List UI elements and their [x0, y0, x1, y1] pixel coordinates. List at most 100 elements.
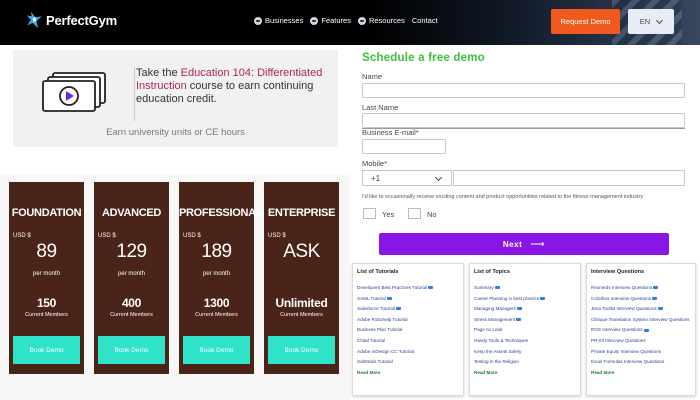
language-selector[interactable]: EN — [628, 9, 674, 34]
new-badge-icon — [396, 307, 402, 311]
email-field[interactable] — [362, 139, 446, 154]
chevron-down-icon — [434, 173, 443, 182]
video-course-icon — [42, 72, 106, 112]
plan-card-advanced: ADVANCED USD $ 129 per month 400 Current… — [94, 182, 169, 374]
list-item-label: Developers Best Practices Tutorial — [357, 285, 428, 290]
read-more-link[interactable]: Read More — [591, 369, 690, 380]
language-label: EN — [639, 17, 651, 26]
plan-members: Unlimited — [275, 296, 328, 310]
nav-item-features[interactable]: Features — [310, 16, 351, 25]
nav-label: Resources — [368, 16, 405, 25]
plan-card-foundation: FOUNDATION USD $ 89 per month 150 Curren… — [9, 182, 84, 374]
list-item[interactable]: Clinique Translation System Interview Qu… — [591, 316, 690, 327]
list-item-label: Clinique Translation System Interview Qu… — [591, 316, 690, 322]
plan-name: FOUNDATION — [11, 207, 82, 219]
nav-item-contact[interactable]: Contact — [412, 16, 438, 25]
list-item-label: Jena Toolkit Interview Questions — [591, 306, 657, 312]
list-item-label: Adobe InDesign CC Tutorial — [357, 348, 414, 354]
plan-price: 89 — [36, 241, 57, 262]
list-item[interactable]: SAML Tutorial — [357, 295, 433, 306]
new-badge-icon — [386, 296, 392, 300]
plan-price: ASK — [283, 241, 320, 262]
list-item-label: Career Planning in best practice — [474, 295, 540, 301]
plan-price: 129 — [116, 241, 147, 262]
list-item[interactable]: Testing in the Religion — [474, 358, 545, 369]
consent-no-label: No — [427, 210, 437, 219]
nav-item-resources[interactable]: Resources — [357, 16, 405, 25]
list-item[interactable]: Salesforce Tutorial — [357, 305, 433, 316]
nav-bullet-icon — [254, 16, 262, 25]
plan-currency: USD $ — [268, 233, 286, 239]
name-field[interactable] — [362, 83, 685, 98]
topics-list: Summary Career Planning in best practice… — [474, 284, 546, 380]
list-item-label: Excel Formulas Interview Questions — [591, 359, 665, 365]
country-code-select[interactable]: +1 — [362, 170, 452, 186]
list-item[interactable]: Page no Look — [474, 326, 545, 337]
list-item[interactable]: Developers Best Practices Tutorial — [357, 284, 434, 295]
list-item[interactable]: PR-03 Interview Questions — [591, 337, 690, 348]
list-item[interactable]: Jena Toolkit Interview Questions — [591, 305, 690, 316]
consent-no-checkbox[interactable] — [408, 208, 421, 219]
list-item[interactable]: Adobe InDesign CC Tutorial — [357, 348, 433, 359]
top-navigation-bar: PerfectGym Businesses Features Resources… — [0, 0, 700, 45]
list-item[interactable]: Keep the Assets Safely — [474, 348, 545, 359]
list-item-label: Rexnerds Interview Questions — [591, 285, 653, 290]
list-item-label: PR-03 Interview Questions — [591, 337, 646, 343]
chevron-down-icon — [656, 16, 664, 24]
read-more-link[interactable]: Read More — [474, 369, 545, 380]
new-badge-icon — [540, 296, 546, 300]
arrow-right-icon: ⟶ — [530, 238, 546, 250]
list-item-label: ROS Interview Questions — [591, 327, 643, 333]
mobile-number-field[interactable] — [453, 170, 685, 186]
list-title: List of Topics — [474, 269, 510, 275]
next-button-label: Next — [502, 239, 523, 249]
book-demo-button[interactable]: Book Demo — [13, 336, 80, 364]
book-demo-button[interactable]: Book Demo — [268, 336, 335, 364]
consent-yes-checkbox[interactable] — [363, 208, 376, 219]
next-button[interactable]: Next ⟶ — [379, 233, 669, 255]
brand-name: PerfectGym — [46, 12, 117, 28]
brand-logo[interactable]: PerfectGym — [27, 11, 117, 29]
list-item[interactable]: Rexnerds Interview Questions — [591, 284, 690, 295]
plan-members-label: Current Members — [25, 312, 68, 318]
list-item[interactable]: Career Planning in best practice — [474, 295, 546, 306]
list-item-label: Keep the Assets Safely — [474, 348, 522, 354]
last-name-field[interactable] — [362, 113, 685, 128]
request-demo-button[interactable]: Request Demo — [551, 9, 620, 34]
list-item[interactable]: SaltStack Tutorial — [357, 358, 433, 369]
plan-period: per month — [202, 271, 230, 277]
list-item[interactable]: Chital Tutorial — [357, 337, 433, 348]
list-item[interactable]: Private Equity Interview Questions — [591, 348, 690, 359]
new-badge-icon — [428, 286, 434, 290]
ad-headline: Take the Education 104: Differentiated I… — [136, 67, 331, 106]
plan-name: PROFESSIONAL — [179, 207, 263, 219]
education-course-ad[interactable]: Take the Education 104: Differentiated I… — [13, 50, 338, 147]
plan-name: ADVANCED — [101, 207, 162, 219]
plan-members: 150 — [36, 296, 57, 310]
list-item[interactable]: Adobe Robohelp Tutorial — [357, 316, 433, 327]
page: PerfectGym Businesses Features Resources… — [0, 0, 700, 400]
list-item[interactable]: Managing Managers — [474, 305, 545, 316]
list-item[interactable]: ROS Interview Questions — [591, 326, 690, 337]
list-item[interactable]: Summary — [474, 284, 545, 295]
interview-questions-list: Rexnerds Interview Questions Colorbus In… — [591, 284, 690, 379]
nav-bullet-icon — [310, 16, 319, 25]
list-item-label: Colorbus Interview Questions — [591, 295, 652, 301]
list-item-label: Page no Look — [474, 327, 503, 333]
list-item[interactable]: Colorbus Interview Questions — [591, 295, 690, 306]
interview-questions-card: Interview Questions Rexnerds Interview Q… — [586, 263, 696, 396]
list-item-label: Private Equity Interview Questions — [591, 348, 661, 354]
list-item[interactable]: Business Plan Tutorial — [357, 326, 433, 337]
list-item-label: Chital Tutorial — [357, 337, 386, 343]
list-item[interactable]: Handy Tools & Techniques — [474, 337, 545, 348]
book-demo-button[interactable]: Book Demo — [98, 336, 165, 364]
last-name-label: Last Name — [362, 103, 399, 112]
list-item[interactable]: Stress Management — [474, 316, 545, 327]
list-item[interactable]: Excel Formulas Interview Questions — [591, 358, 690, 369]
read-more-link[interactable]: Read More — [357, 369, 433, 380]
nav-item-businesses[interactable]: Businesses — [254, 16, 303, 25]
consent-yes-label: Yes — [382, 210, 395, 219]
new-badge-icon — [516, 318, 522, 322]
email-label: Business E-mail* — [362, 128, 419, 137]
book-demo-button[interactable]: Book Demo — [183, 336, 250, 364]
